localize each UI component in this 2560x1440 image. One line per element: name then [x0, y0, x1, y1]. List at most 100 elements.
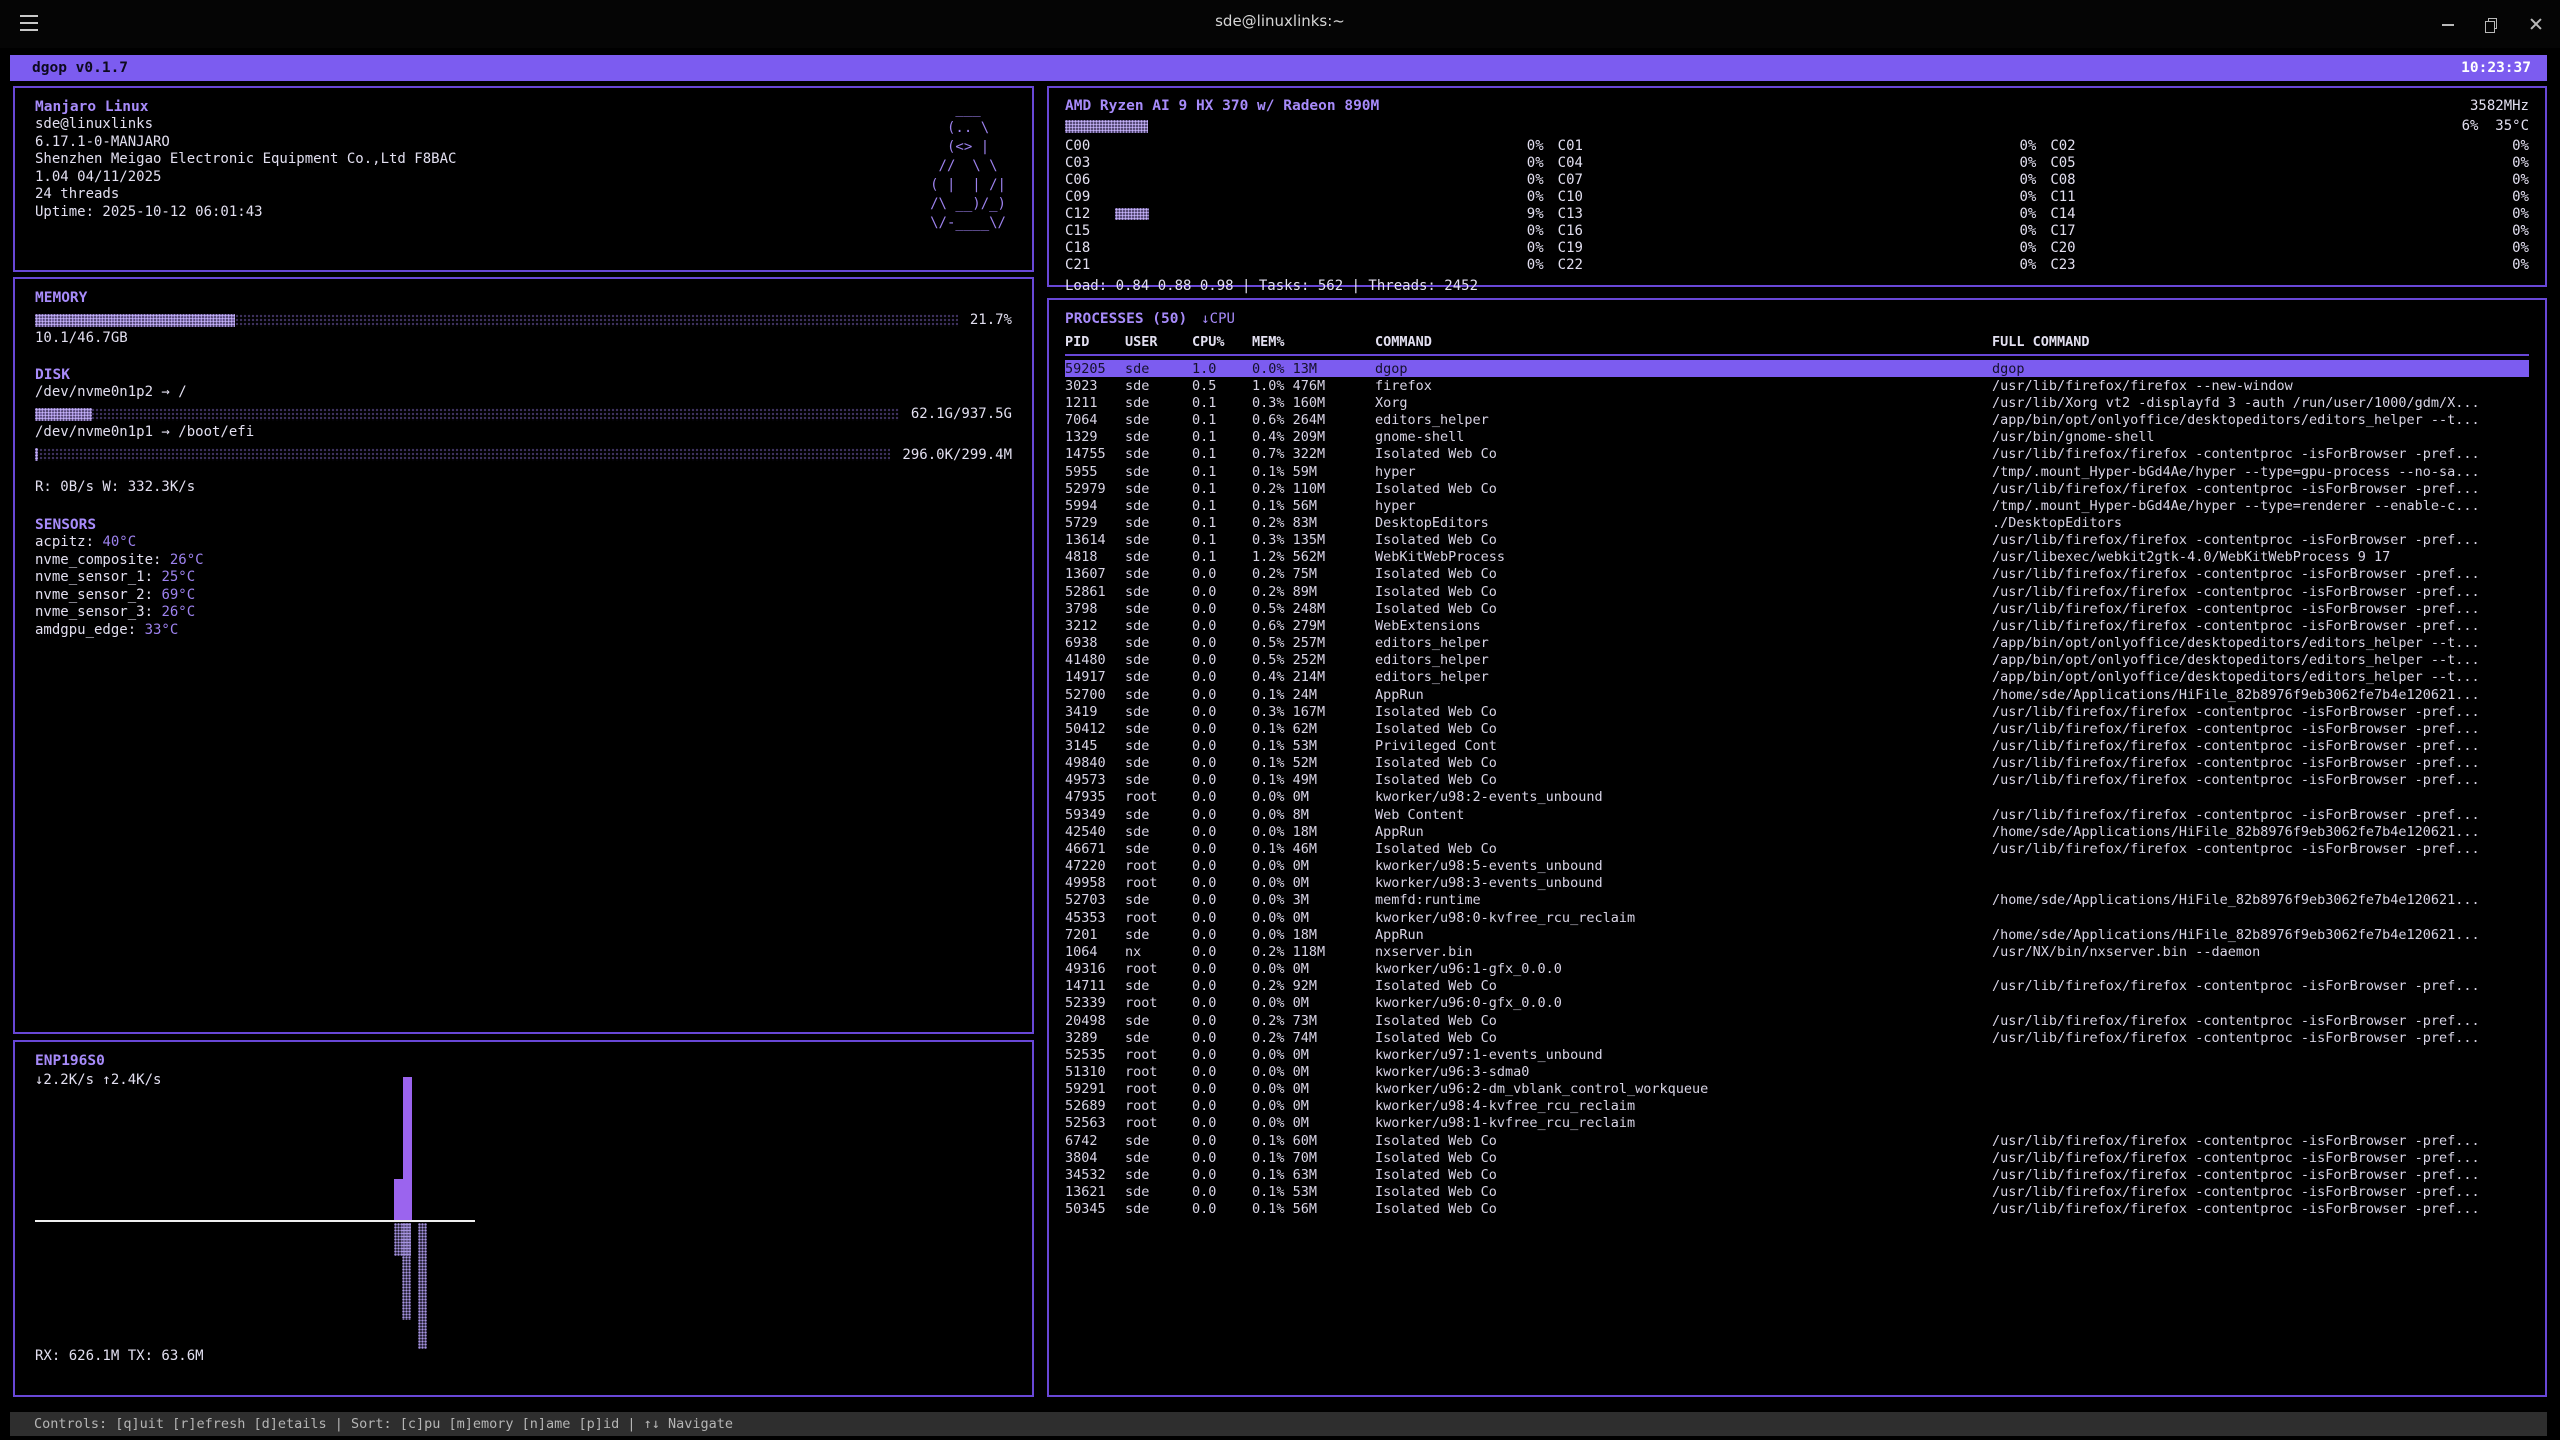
- core-bar: [1608, 140, 1985, 152]
- process-row[interactable]: 49840sde0.00.1% 52MIsolated Web Co/usr/l…: [1065, 755, 2529, 772]
- process-row[interactable]: 34532sde0.00.1% 63MIsolated Web Co/usr/l…: [1065, 1166, 2529, 1183]
- core-percent: 0%: [1502, 240, 1544, 256]
- core-percent: 0%: [2487, 172, 2529, 188]
- cpu-model: AMD Ryzen AI 9 HX 370 w/ Radeon 890M: [1065, 97, 1379, 115]
- process-row[interactable]: 1064nx0.00.2% 118Mnxserver.bin/usr/NX/bi…: [1065, 943, 2529, 960]
- process-row[interactable]: 3212sde0.00.6% 279MWebExtensions/usr/lib…: [1065, 617, 2529, 634]
- process-cell: 0.1% 70M: [1252, 1150, 1375, 1166]
- process-row[interactable]: 52535root0.00.0% 0Mkworker/u97:1-events_…: [1065, 1046, 2529, 1063]
- close-button[interactable]: [2528, 16, 2544, 32]
- process-row[interactable]: 7201sde0.00.0% 18MAppRun/home/sde/Applic…: [1065, 926, 2529, 943]
- process-cell: sde: [1125, 584, 1192, 600]
- process-cell: 0.4% 214M: [1252, 669, 1375, 685]
- process-cell: sde: [1125, 446, 1192, 462]
- process-row[interactable]: 1329sde0.10.4% 209Mgnome-shell/usr/bin/g…: [1065, 429, 2529, 446]
- process-row[interactable]: 59291root0.00.0% 0Mkworker/u96:2-dm_vbla…: [1065, 1081, 2529, 1098]
- process-row[interactable]: 5994sde0.10.1% 56Mhyper/tmp/.mount_Hyper…: [1065, 497, 2529, 514]
- process-row[interactable]: 3145sde0.00.1% 53MPrivileged Cont/usr/li…: [1065, 737, 2529, 754]
- process-cell: /usr/lib/Xorg vt2 -displayfd 3 -auth /ru…: [1992, 395, 2529, 411]
- process-row[interactable]: 47935root0.00.0% 0Mkworker/u98:2-events_…: [1065, 789, 2529, 806]
- process-row[interactable]: 6938sde0.00.5% 257Meditors_helper/app/bi…: [1065, 635, 2529, 652]
- system-info-line: 6.17.1-0-MANJARO: [35, 134, 1012, 152]
- process-row[interactable]: 1211sde0.10.3% 160MXorg/usr/lib/Xorg vt2…: [1065, 394, 2529, 411]
- process-row[interactable]: 20498sde0.00.2% 73MIsolated Web Co/usr/l…: [1065, 1012, 2529, 1029]
- process-cell: 0.0: [1192, 1064, 1252, 1080]
- process-row[interactable]: 59349sde0.00.0% 8MWeb Content/usr/lib/fi…: [1065, 806, 2529, 823]
- process-row[interactable]: 51310root0.00.0% 0Mkworker/u96:3-sdma0: [1065, 1063, 2529, 1080]
- core-percent: 0%: [1502, 138, 1544, 154]
- process-cell: 42540: [1065, 824, 1125, 840]
- process-row[interactable]: 3798sde0.00.5% 248MIsolated Web Co/usr/l…: [1065, 600, 2529, 617]
- core-bar: [1608, 208, 1985, 220]
- process-cell: root: [1125, 1047, 1192, 1063]
- sensor-label: nvme_sensor_3:: [35, 604, 161, 620]
- process-row[interactable]: 3023sde0.51.0% 476Mfirefox/usr/lib/firef…: [1065, 377, 2529, 394]
- process-row[interactable]: 52563root0.00.0% 0Mkworker/u98:1-kvfree_…: [1065, 1115, 2529, 1132]
- process-row[interactable]: 14917sde0.00.4% 214Meditors_helper/app/b…: [1065, 669, 2529, 686]
- cpu-core-cell: C160%: [1558, 222, 2037, 239]
- process-cell: 0.0: [1192, 995, 1252, 1011]
- column-header[interactable]: FULL COMMAND: [1992, 334, 2529, 350]
- process-cell: 0.2% 74M: [1252, 1030, 1375, 1046]
- core-label: C14: [2050, 206, 2090, 222]
- column-header[interactable]: MEM%: [1252, 334, 1375, 350]
- column-header[interactable]: COMMAND: [1375, 334, 1992, 350]
- sensor-reading: nvme_sensor_3: 26°C: [35, 604, 1012, 622]
- process-row[interactable]: 7064sde0.10.6% 264Meditors_helper/app/bi…: [1065, 411, 2529, 428]
- process-row[interactable]: 52700sde0.00.1% 24MAppRun/home/sde/Appli…: [1065, 686, 2529, 703]
- process-row-selected[interactable]: 59205sde1.00.0% 13Mdgopdgop: [1065, 360, 2529, 377]
- process-cell: /usr/lib/firefox/firefox -contentproc -i…: [1992, 481, 2529, 497]
- column-header[interactable]: USER: [1125, 334, 1192, 350]
- process-cell: 0.0: [1192, 1133, 1252, 1149]
- process-row[interactable]: 41480sde0.00.5% 252Meditors_helper/app/b…: [1065, 652, 2529, 669]
- maximize-button[interactable]: [2484, 16, 2500, 32]
- process-row[interactable]: 13607sde0.00.2% 75MIsolated Web Co/usr/l…: [1065, 566, 2529, 583]
- core-bar: [1608, 259, 1985, 271]
- process-row[interactable]: 47220root0.00.0% 0Mkworker/u98:5-events_…: [1065, 858, 2529, 875]
- process-cell: kworker/u98:3-events_unbound: [1375, 875, 1992, 891]
- process-row[interactable]: 52689root0.00.0% 0Mkworker/u98:4-kvfree_…: [1065, 1098, 2529, 1115]
- process-cell: sde: [1125, 532, 1192, 548]
- process-row[interactable]: 5955sde0.10.1% 59Mhyper/tmp/.mount_Hyper…: [1065, 463, 2529, 480]
- process-cell: /app/bin/opt/onlyoffice/desktopeditors/e…: [1992, 652, 2529, 668]
- process-cell: sde: [1125, 721, 1192, 737]
- process-row[interactable]: 3289sde0.00.2% 74MIsolated Web Co/usr/li…: [1065, 1029, 2529, 1046]
- process-table-body[interactable]: 59205sde1.00.0% 13Mdgopdgop3023sde0.51.0…: [1065, 360, 2529, 1218]
- cpu-core-cell: C090%: [1065, 188, 1544, 205]
- process-cell: 0.2% 89M: [1252, 584, 1375, 600]
- process-cell: AppRun: [1375, 824, 1992, 840]
- process-row[interactable]: 4818sde0.11.2% 562MWebKitWebProcess/usr/…: [1065, 549, 2529, 566]
- process-row[interactable]: 52979sde0.10.2% 110MIsolated Web Co/usr/…: [1065, 480, 2529, 497]
- process-row[interactable]: 52703sde0.00.0% 3Mmemfd:runtime/home/sde…: [1065, 892, 2529, 909]
- process-row[interactable]: 5729sde0.10.2% 83MDesktopEditors./Deskto…: [1065, 514, 2529, 531]
- process-row[interactable]: 52339root0.00.0% 0Mkworker/u96:0-gfx_0.0…: [1065, 995, 2529, 1012]
- process-cell: 0.0% 0M: [1252, 1081, 1375, 1097]
- process-row[interactable]: 3804sde0.00.1% 70MIsolated Web Co/usr/li…: [1065, 1149, 2529, 1166]
- process-row[interactable]: 50345sde0.00.1% 56MIsolated Web Co/usr/l…: [1065, 1201, 2529, 1218]
- process-row[interactable]: 13614sde0.10.3% 135MIsolated Web Co/usr/…: [1065, 532, 2529, 549]
- process-row[interactable]: 49573sde0.00.1% 49MIsolated Web Co/usr/l…: [1065, 772, 2529, 789]
- process-cell: 0.1: [1192, 532, 1252, 548]
- process-row[interactable]: 3419sde0.00.3% 167MIsolated Web Co/usr/l…: [1065, 703, 2529, 720]
- column-header[interactable]: CPU%: [1192, 334, 1252, 350]
- process-cell: 0.0% 0M: [1252, 1115, 1375, 1131]
- column-header[interactable]: PID: [1065, 334, 1125, 350]
- process-row[interactable]: 13621sde0.00.1% 53MIsolated Web Co/usr/l…: [1065, 1184, 2529, 1201]
- cpu-core-cell: C220%: [1558, 257, 2037, 274]
- process-row[interactable]: 50412sde0.00.1% 62MIsolated Web Co/usr/l…: [1065, 720, 2529, 737]
- process-row[interactable]: 6742sde0.00.1% 60MIsolated Web Co/usr/li…: [1065, 1132, 2529, 1149]
- process-row[interactable]: 45353root0.00.0% 0Mkworker/u98:0-kvfree_…: [1065, 909, 2529, 926]
- system-info-line: 24 threads: [35, 186, 1012, 204]
- process-row[interactable]: 46671sde0.00.1% 46MIsolated Web Co/usr/l…: [1065, 840, 2529, 857]
- process-row[interactable]: 52861sde0.00.2% 89MIsolated Web Co/usr/l…: [1065, 583, 2529, 600]
- minimize-button[interactable]: [2440, 16, 2456, 32]
- process-row[interactable]: 49958root0.00.0% 0Mkworker/u98:3-events_…: [1065, 875, 2529, 892]
- process-row[interactable]: 14755sde0.10.7% 322MIsolated Web Co/usr/…: [1065, 446, 2529, 463]
- process-row[interactable]: 42540sde0.00.0% 18MAppRun/home/sde/Appli…: [1065, 823, 2529, 840]
- sort-indicator[interactable]: ↓CPU: [1201, 310, 1235, 328]
- process-row[interactable]: 49316root0.00.0% 0Mkworker/u96:1-gfx_0.0…: [1065, 960, 2529, 977]
- process-cell: sde: [1125, 1030, 1192, 1046]
- process-cell: 0.2% 83M: [1252, 515, 1375, 531]
- process-row[interactable]: 14711sde0.00.2% 92MIsolated Web Co/usr/l…: [1065, 978, 2529, 995]
- process-cell: sde: [1125, 1150, 1192, 1166]
